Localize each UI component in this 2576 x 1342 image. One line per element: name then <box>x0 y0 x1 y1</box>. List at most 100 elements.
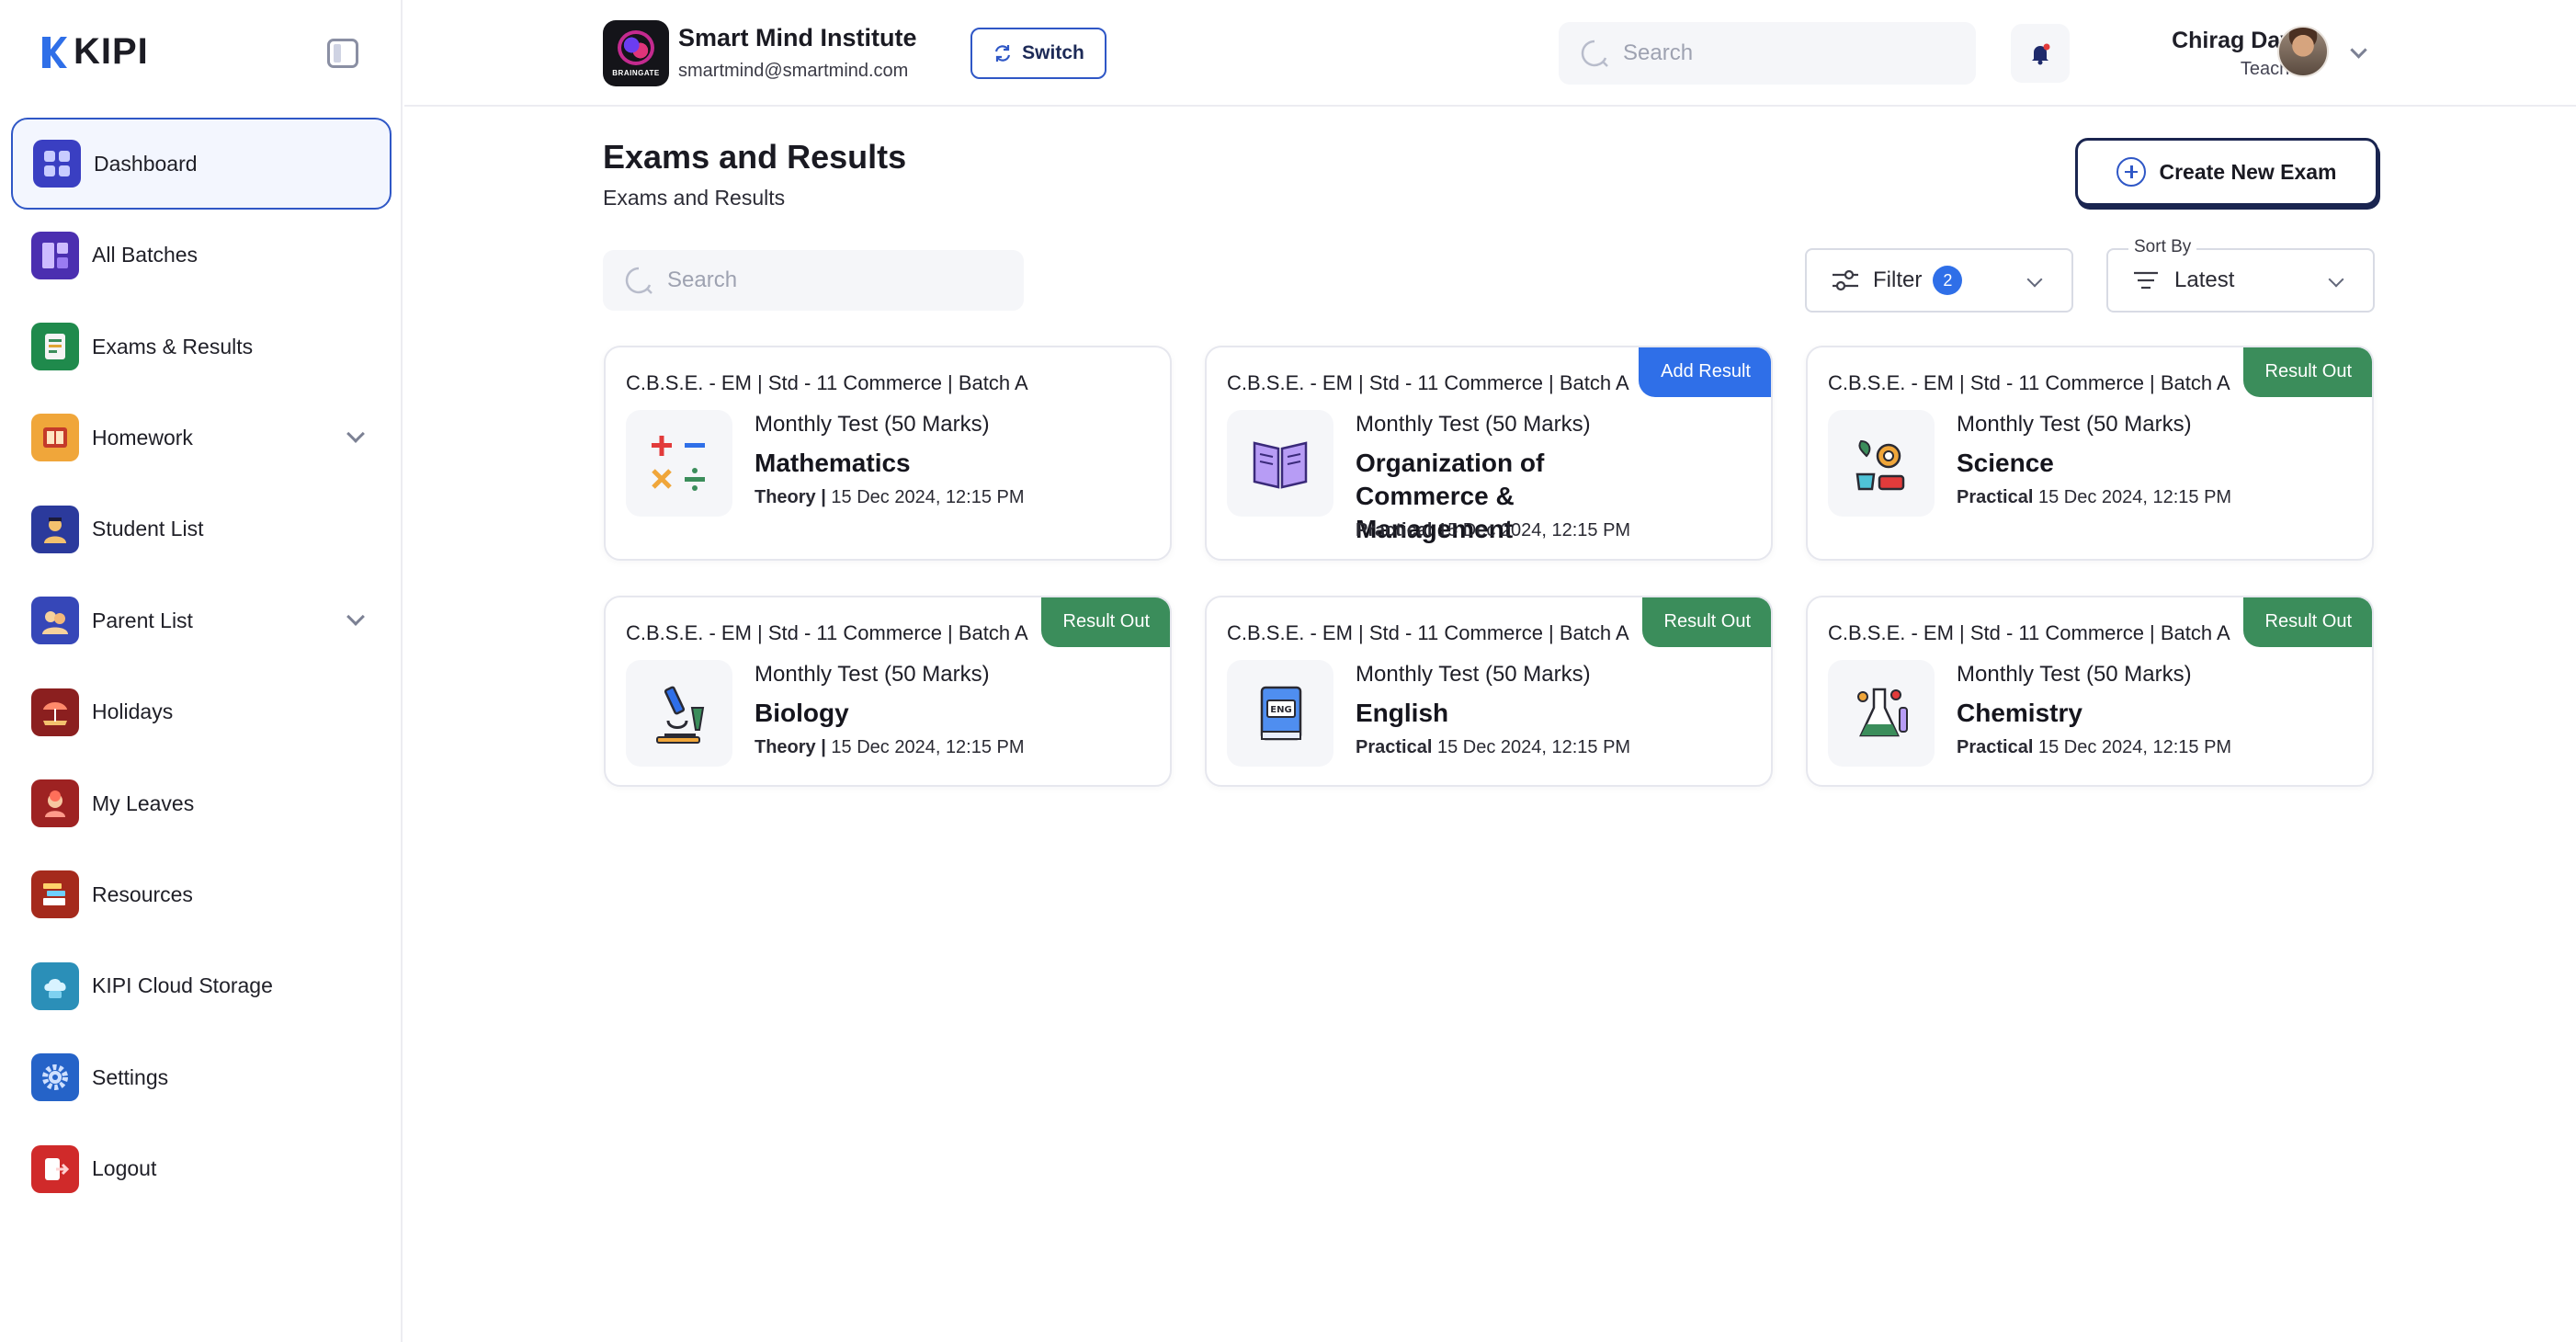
sidebar-item-label: My Leaves <box>92 790 195 815</box>
card-mode: Theory | <box>755 487 826 507</box>
exam-card-english[interactable]: C.B.S.E. - EM | Std - 11 Commerce | Batc… <box>1205 596 1773 787</box>
search-icon <box>625 267 653 294</box>
card-mode: Practical <box>1957 737 2034 757</box>
search-placeholder: Search <box>667 267 738 292</box>
switch-label: Switch <box>1022 42 1084 63</box>
sort-by-select[interactable]: Sort By Latest <box>2106 237 2375 313</box>
card-test-name: Monthly Test (50 Marks) <box>1356 412 1591 437</box>
kipi-k-icon <box>42 36 67 68</box>
sidebar-item-all-batches[interactable]: All Batches <box>11 210 392 301</box>
resources-icon <box>31 870 79 919</box>
sidebar-item-label: Logout <box>92 1156 157 1181</box>
breadcrumb: Exams and Results <box>603 186 786 210</box>
sidebar-item-homework[interactable]: Homework <box>11 392 392 483</box>
card-subject: Mathematics <box>755 449 911 477</box>
sidebar-item-my-leaves[interactable]: My Leaves <box>11 757 392 848</box>
create-new-exam-label: Create New Exam <box>2159 159 2337 184</box>
sidebar-item-settings[interactable]: Settings <box>11 1032 392 1123</box>
sidebar-item-label: Exams & Results <box>92 334 254 358</box>
exam-card-mathematics[interactable]: C.B.S.E. - EM | Std - 11 Commerce | Batc… <box>604 346 1172 561</box>
card-subject: Biology <box>755 699 849 727</box>
sidebar-item-kipi-cloud-storage[interactable]: KIPI Cloud Storage <box>11 940 392 1031</box>
sidebar: KIPI Dashboard All Batches Exams & Resul… <box>0 0 403 1342</box>
chevron-down-icon[interactable] <box>2350 41 2367 59</box>
exam-card-science[interactable]: C.B.S.E. - EM | Std - 11 Commerce | Batc… <box>1806 346 2374 561</box>
institute-logo-text: BRAINGATE <box>612 68 660 77</box>
sidebar-item-label: Holidays <box>92 699 174 724</box>
result-out-badge[interactable]: Result Out <box>2242 597 2372 647</box>
card-meta: Practical 15 Dec 2024, 12:15 PM <box>1957 487 2231 508</box>
notification-bell-icon[interactable] <box>2011 24 2070 83</box>
sidebar-item-dashboard[interactable]: Dashboard <box>11 118 392 210</box>
flask-icon <box>1828 660 1935 767</box>
result-out-badge[interactable]: Result Out <box>2242 347 2372 397</box>
card-date: 15 Dec 2024, 12:15 PM <box>2037 737 2232 757</box>
exam-card-biology[interactable]: C.B.S.E. - EM | Std - 11 Commerce | Batc… <box>604 596 1172 787</box>
institute-logo: BRAINGATE <box>603 20 669 86</box>
card-batch: C.B.S.E. - EM | Std - 11 Commerce | Batc… <box>1828 621 2230 644</box>
sidebar-item-label: Parent List <box>92 608 193 632</box>
filter-dropdown[interactable]: Filter 2 <box>1805 248 2073 313</box>
card-batch: C.B.S.E. - EM | Std - 11 Commerce | Batc… <box>626 621 1028 644</box>
exam-card-organization-commerce[interactable]: C.B.S.E. - EM | Std - 11 Commerce | Batc… <box>1205 346 1773 561</box>
top-header: BRAINGATE Smart Mind Institute smartmind… <box>404 0 2576 107</box>
holidays-icon <box>31 688 79 736</box>
card-test-name: Monthly Test (50 Marks) <box>1957 412 2192 437</box>
sidebar-item-logout[interactable]: Logout <box>11 1123 392 1214</box>
sidebar-item-exams-results[interactable]: Exams & Results <box>11 301 392 392</box>
sidebar-item-student-list[interactable]: Student List <box>11 483 392 574</box>
result-out-badge[interactable]: Result Out <box>1040 597 1170 647</box>
search-icon <box>1581 40 1608 67</box>
math-icon <box>626 410 732 517</box>
sidebar-item-label: Homework <box>92 425 193 449</box>
sidebar-toggle-icon[interactable] <box>327 39 358 68</box>
sidebar-item-holidays[interactable]: Holidays <box>11 666 392 757</box>
english-book-icon: ENG <box>1227 660 1333 767</box>
exam-card-chemistry[interactable]: C.B.S.E. - EM | Std - 11 Commerce | Batc… <box>1806 596 2374 787</box>
card-date: 15 Dec 2024, 12:15 PM <box>1436 520 1631 540</box>
sidebar-item-parent-list[interactable]: Parent List <box>11 575 392 666</box>
card-date: 15 Dec 2024, 12:15 PM <box>831 487 1025 507</box>
sort-lines-icon <box>2134 271 2158 290</box>
global-search-input[interactable]: Search <box>1559 22 1976 85</box>
card-mode: Practical <box>1356 737 1433 757</box>
switch-institute-button[interactable]: Switch <box>970 28 1106 79</box>
cloud-icon <box>31 961 79 1010</box>
sidebar-item-resources[interactable]: Resources <box>11 849 392 940</box>
svg-text:ENG: ENG <box>1270 705 1291 715</box>
card-meta: Practical 15 Dec 2024, 12:15 PM <box>1356 520 1630 541</box>
card-meta: Theory | 15 Dec 2024, 12:15 PM <box>755 737 1025 758</box>
chevron-down-icon[interactable] <box>346 425 365 444</box>
card-subject: English <box>1356 699 1449 727</box>
chevron-down-icon <box>2328 271 2344 288</box>
card-subject: Chemistry <box>1957 699 2082 727</box>
card-date: 15 Dec 2024, 12:15 PM <box>2037 487 2232 507</box>
create-new-exam-button[interactable]: Create New Exam <box>2075 138 2378 206</box>
filter-label: Filter <box>1873 267 1923 292</box>
avatar[interactable] <box>2277 26 2329 77</box>
kipi-logo[interactable]: KIPI <box>40 31 149 73</box>
chevron-down-icon[interactable] <box>346 608 365 627</box>
card-meta: Theory | 15 Dec 2024, 12:15 PM <box>755 487 1025 508</box>
card-date: 15 Dec 2024, 12:15 PM <box>831 737 1025 757</box>
logout-icon <box>31 1144 79 1193</box>
exam-search-input[interactable]: Search <box>603 250 1024 311</box>
microscope-icon <box>626 660 732 767</box>
chevron-down-icon <box>2026 271 2043 288</box>
card-mode: Theory | <box>755 737 826 757</box>
card-test-name: Monthly Test (50 Marks) <box>755 412 990 437</box>
batches-icon <box>31 231 79 279</box>
card-test-name: Monthly Test (50 Marks) <box>755 662 990 687</box>
parent-icon <box>31 597 79 645</box>
card-test-name: Monthly Test (50 Marks) <box>1957 662 2192 687</box>
card-batch: C.B.S.E. - EM | Std - 11 Commerce | Batc… <box>1227 621 1629 644</box>
brain-icon <box>618 29 654 65</box>
add-result-button[interactable]: Add Result <box>1639 347 1771 397</box>
book-icon <box>1227 410 1333 517</box>
sidebar-item-label: KIPI Cloud Storage <box>92 973 273 998</box>
card-batch: C.B.S.E. - EM | Std - 11 Commerce | Batc… <box>1828 371 2230 394</box>
settings-icon <box>31 1053 79 1102</box>
sidebar-item-label: Settings <box>92 1064 169 1089</box>
result-out-badge[interactable]: Result Out <box>1641 597 1771 647</box>
sidebar-item-label: All Batches <box>92 243 199 267</box>
